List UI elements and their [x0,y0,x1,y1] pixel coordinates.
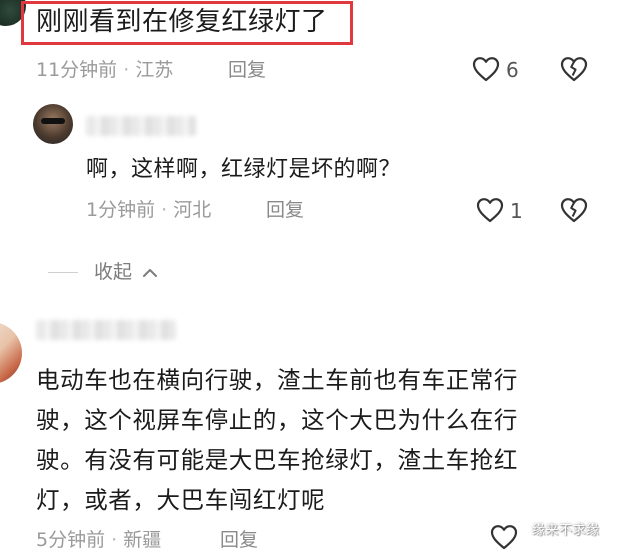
blurred-username [86,116,196,136]
comment-location: 江苏 [135,59,174,81]
comment-meta: 5分钟前 · 新疆 [36,528,161,552]
commenter-avatar[interactable] [0,322,22,384]
watermark: 缘来不求缘 [532,523,600,538]
like-count: 1 [510,199,523,223]
comment-location: 新疆 [123,529,162,551]
meta-separator: · [123,59,130,81]
reply-location: 河北 [173,199,212,221]
comment-meta: 11分钟前 · 江苏 [36,58,173,82]
blurred-username [36,320,176,340]
like-button[interactable] [472,56,500,82]
like-count: 6 [506,58,519,82]
comment-text-line: 驶，这个视屏车停止的，这个大巴为什么在行 [36,406,518,434]
collapse-replies-button[interactable]: 收起 [94,260,158,285]
chevron-up-icon [142,261,158,285]
reply-button[interactable]: 回复 [228,58,266,82]
comment-text: 刚刚看到在修复红绿灯了 [36,7,328,37]
collapse-label: 收起 [94,261,133,283]
comment-time: 5分钟前 [36,529,106,551]
collapse-divider [48,272,78,273]
dislike-button[interactable] [560,56,588,82]
like-button[interactable] [476,197,504,223]
broken-heart-outline-icon [560,56,588,82]
comment-text-line: 驶。有没有可能是大巴车抢绿灯，渣土车抢红 [36,446,518,474]
reply-button[interactable]: 回复 [220,528,258,552]
heart-outline-icon [476,197,504,223]
comment-text-line: 电动车也在横向行驶，渣土车前也有车正常行 [36,366,518,394]
heart-outline-icon [472,56,500,82]
reply-time: 1分钟前 [86,199,156,221]
dislike-button[interactable] [560,197,588,223]
meta-separator: · [111,529,118,551]
comment-time: 11分钟前 [36,59,118,81]
reply-button[interactable]: 回复 [266,198,304,222]
comment-text: 电动车也在横向行驶，渣土车前也有车正常行 驶，这个视屏车停止的，这个大巴为什么在… [36,360,596,520]
heart-outline-icon [490,524,518,550]
reply-meta: 1分钟前 · 河北 [86,198,211,222]
broken-heart-outline-icon [560,197,588,223]
meta-separator: · [161,199,168,221]
reply-text: 啊，这样啊，红绿灯是坏的啊？ [86,157,402,182]
reply-avatar[interactable] [33,104,73,144]
comment-text-line: 灯，或者，大巴车闯红灯呢 [36,486,326,514]
like-button[interactable] [490,524,518,550]
